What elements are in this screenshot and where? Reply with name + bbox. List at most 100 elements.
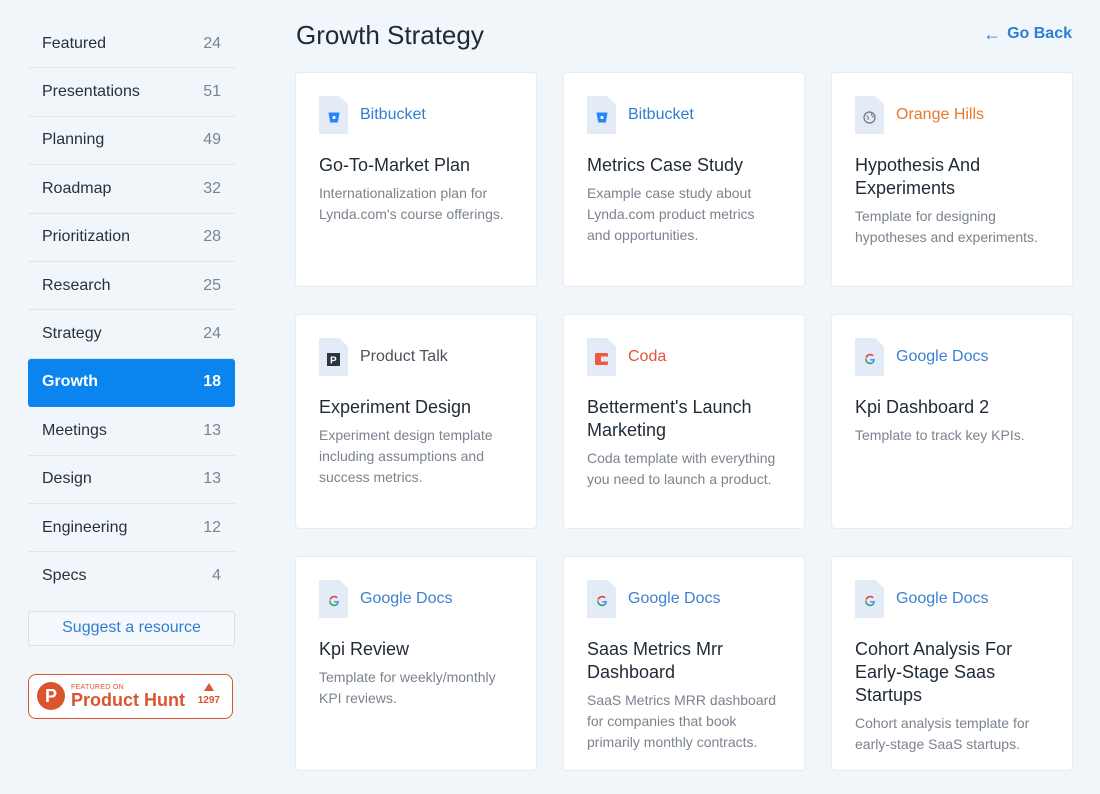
sidebar-item-label: Strategy [42, 325, 102, 343]
card-title: Betterment's Launch Marketing [587, 397, 752, 440]
card-description: Template for weekly/monthly KPI reviews. [319, 669, 496, 706]
sidebar-item-meetings[interactable]: Meetings 13 [28, 407, 235, 456]
sidebar-item-count: 28 [203, 228, 221, 246]
sidebar-item-count: 13 [203, 421, 221, 439]
card-title: Saas Metrics Mrr Dashboard [587, 639, 724, 682]
sidebar-item-count: 24 [203, 325, 221, 343]
sidebar-item-specs[interactable]: Specs 4 [28, 552, 235, 600]
resource-grid: Bitbucket Go-To-Market Plan Internationali… [296, 73, 1072, 770]
sidebar-item-count: 25 [203, 276, 221, 294]
card-header: Orange Hills [855, 96, 1049, 134]
sidebar-item-label: Specs [42, 567, 87, 585]
resource-card[interactable]: Orange Hills Hypothesis And Experiments Te… [832, 73, 1072, 286]
sidebar-item-strategy[interactable]: Strategy 24 [28, 310, 235, 359]
sidebar-item-label: Design [42, 470, 92, 488]
sidebar-item-growth[interactable]: Growth 18 [28, 358, 235, 408]
sidebar-item-engineering[interactable]: Engineering 12 [28, 504, 235, 553]
card-source: Google Docs [628, 590, 721, 607]
resource-card[interactable]: Google Docs Kpi Dashboard 2 Template to tr… [832, 315, 1072, 528]
sidebar-item-label: Meetings [42, 421, 107, 439]
card-description: Template to track key KPIs. [855, 427, 1025, 443]
card-header: Google Docs [319, 580, 513, 618]
resource-card[interactable]: Coda Betterment's Launch Marketing Coda te… [564, 315, 804, 528]
bitbucket-icon [319, 96, 348, 134]
category-list: Featured 24 Presentations 51 Planning 49 Roadm… [28, 20, 235, 601]
product-hunt-badge[interactable]: P FEATURED ON Product Hunt 1297 [28, 673, 233, 719]
sidebar-item-planning[interactable]: Planning 49 [28, 117, 235, 166]
sidebar-item-count: 24 [203, 34, 221, 52]
card-source: Google Docs [360, 590, 453, 607]
resource-card[interactable]: Bitbucket Go-To-Market Plan Internationali… [296, 73, 536, 286]
resource-card[interactable]: Bitbucket Metrics Case Study Example case … [564, 73, 804, 286]
sidebar-item-count: 4 [212, 567, 221, 585]
card-description: Internationalization plan for Lynda.com'… [319, 185, 504, 222]
bitbucket-icon [587, 96, 616, 134]
card-description: SaaS Metrics MRR dashboard for companies… [587, 692, 777, 750]
card-title: Kpi Dashboard 2 [855, 397, 990, 417]
resource-card[interactable]: P Product Talk Experiment Design Experiment… [296, 315, 536, 528]
product-hunt-text: FEATURED ON Product Hunt [71, 684, 185, 709]
sidebar-item-design[interactable]: Design 13 [28, 456, 235, 504]
card-header: P Product Talk [319, 338, 513, 376]
card-title: Kpi Review [319, 639, 410, 659]
card-source: Product Talk [360, 348, 448, 365]
google-icon [855, 338, 884, 376]
card-title: Experiment Design [319, 397, 472, 417]
go-back-link[interactable]: ← Go Back [983, 25, 1072, 43]
coda-icon [587, 338, 616, 376]
card-description: Template for designing hypotheses and ex… [855, 208, 1038, 245]
card-header: Coda [587, 338, 781, 376]
sidebar-item-label: Growth [42, 373, 98, 391]
go-back-label: Go Back [1007, 25, 1072, 42]
card-description: Coda template with everything you need t… [587, 450, 776, 487]
google-icon [587, 580, 616, 618]
resource-card[interactable]: Google Docs Saas Metrics Mrr Dashboard Saa… [564, 557, 804, 770]
sidebar-item-label: Prioritization [42, 228, 131, 246]
sidebar-item-label: Planning [42, 131, 105, 149]
card-source: Coda [628, 348, 667, 365]
card-source: Google Docs [896, 348, 989, 365]
card-title: Cohort Analysis For Early-Stage Saas Sta… [855, 639, 1013, 705]
card-header: Google Docs [855, 338, 1049, 376]
category-sidebar: Featured 24 Presentations 51 Planning 49 Roadm… [28, 20, 235, 719]
card-header: Google Docs [587, 580, 781, 618]
svg-text:P: P [330, 355, 337, 366]
suggest-resource-button[interactable]: Suggest a resource [28, 610, 235, 646]
sidebar-item-label: Engineering [42, 518, 128, 536]
sidebar-item-count: 32 [203, 179, 221, 197]
resource-card[interactable]: Google Docs Kpi Review Template for weekly… [296, 557, 536, 770]
sidebar-item-label: Presentations [42, 83, 140, 101]
sidebar-item-count: 12 [203, 518, 221, 536]
product-hunt-vote-count: 1297 [197, 694, 220, 706]
sidebar-item-count: 49 [203, 131, 221, 149]
card-source: Bitbucket [360, 106, 426, 123]
resource-card[interactable]: Google Docs Cohort Analysis For Early-Sta… [832, 557, 1072, 770]
google-icon [319, 580, 348, 618]
card-source: Orange Hills [896, 106, 985, 123]
product-hunt-votes: 1297 [197, 682, 220, 706]
sidebar-item-prioritization[interactable]: Prioritization 28 [28, 214, 235, 262]
sidebar-item-roadmap[interactable]: Roadmap 32 [28, 165, 235, 214]
card-title: Go-To-Market Plan [319, 155, 471, 175]
page-title: Growth Strategy [296, 20, 484, 50]
page: Featured 24 Presentations 51 Planning 49 Roadm… [0, 0, 1100, 794]
card-description: Experiment design template including ass… [319, 427, 493, 485]
sidebar-item-label: Research [42, 276, 111, 294]
card-description: Example case study about Lynda.com produ… [587, 185, 755, 243]
card-source: Google Docs [896, 590, 989, 607]
product-talk-icon: P [319, 338, 348, 376]
sidebar-item-label: Roadmap [42, 179, 112, 197]
card-title: Metrics Case Study [587, 155, 744, 175]
google-icon [855, 580, 884, 618]
globe-icon [855, 96, 884, 134]
card-header: Bitbucket [587, 96, 781, 134]
card-header: Google Docs [855, 580, 1049, 618]
card-description: Cohort analysis template for early-stage… [855, 715, 1030, 752]
product-hunt-logo-icon: P [37, 682, 65, 711]
arrow-left-icon: ← [983, 24, 1002, 44]
sidebar-item-count: 51 [203, 83, 221, 101]
sidebar-item-research[interactable]: Research 25 [28, 262, 235, 311]
sidebar-item-presentations[interactable]: Presentations 51 [28, 68, 235, 117]
sidebar-item-featured[interactable]: Featured 24 [28, 20, 235, 69]
product-hunt-name: Product Hunt [71, 689, 185, 710]
